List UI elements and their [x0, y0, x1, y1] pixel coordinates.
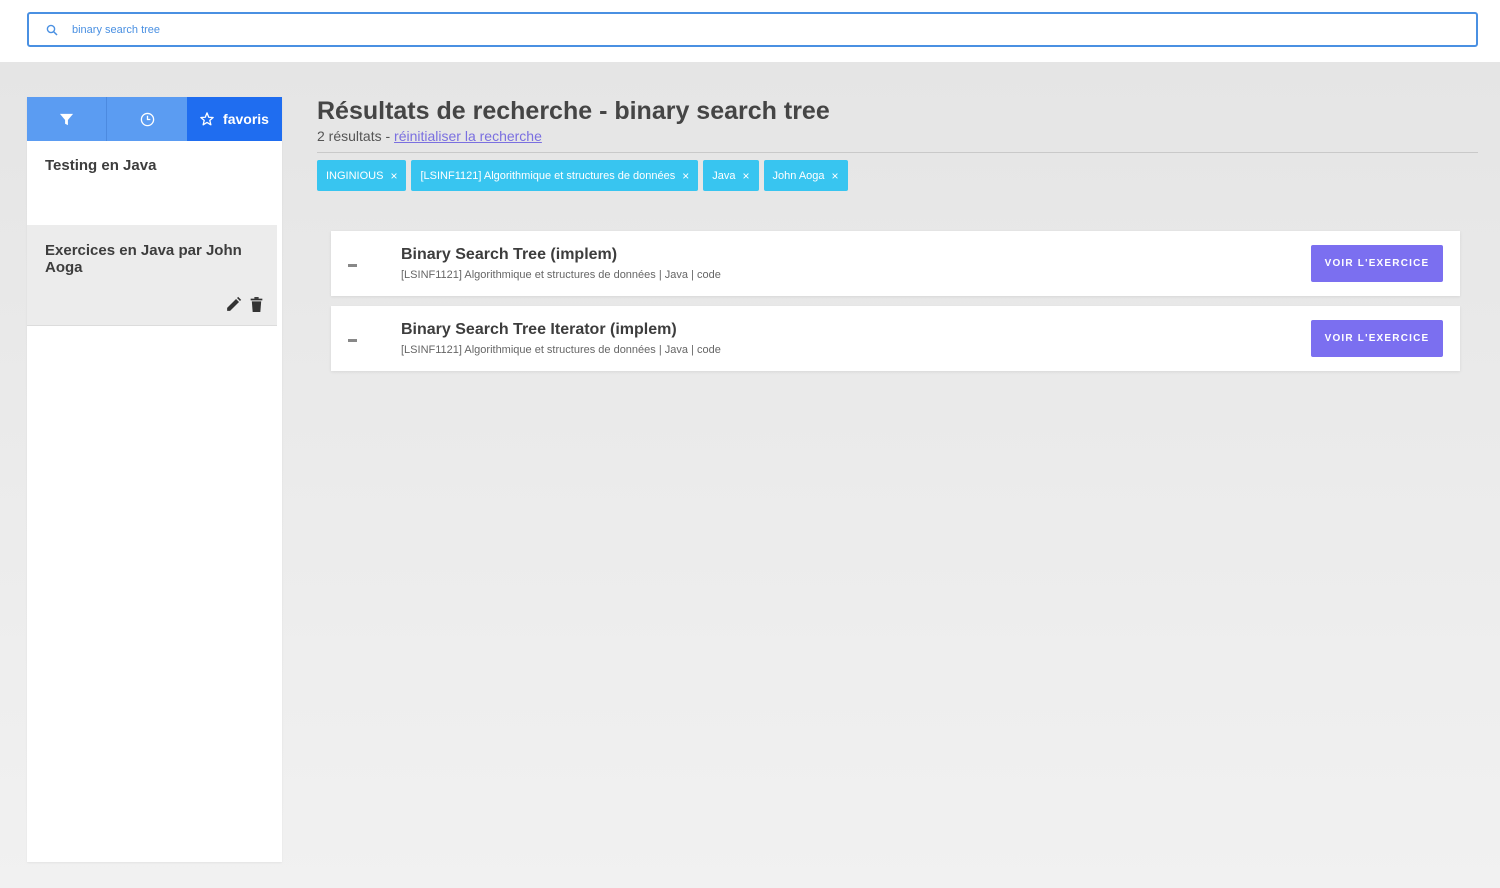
page-title: Résultats de recherche - binary search t…: [317, 97, 830, 125]
sidebar: favoris Testing en Java Exercices en Jav…: [27, 97, 282, 862]
filter-chip: Java ×: [703, 160, 759, 191]
favorite-item[interactable]: Exercices en Java par John Aoga: [27, 225, 277, 326]
search-input[interactable]: [72, 20, 1452, 40]
collapse-dash-icon[interactable]: [348, 339, 357, 342]
search-icon: [46, 24, 58, 36]
remove-filter-icon[interactable]: ×: [832, 169, 839, 183]
filter-chip-label: [LSINF1121] Algorithmique et structures …: [420, 169, 676, 182]
result-meta: [LSINF1121] Algorithmique et structures …: [401, 344, 721, 356]
filter-chip-label: INGINIOUS: [326, 169, 384, 182]
result-title: Binary Search Tree Iterator (implem): [401, 321, 677, 338]
filter-chip: [LSINF1121] Algorithmique et structures …: [411, 160, 699, 191]
result-meta: [LSINF1121] Algorithmique et structures …: [401, 269, 721, 281]
results-summary: 2 résultats - réinitialiser la recherche: [317, 128, 542, 144]
remove-filter-icon[interactable]: ×: [390, 169, 397, 183]
view-exercise-button[interactable]: VOIR L'EXERCICE: [1311, 245, 1443, 282]
active-filters: INGINIOUS × [LSINF1121] Algorithmique et…: [317, 160, 848, 191]
favorite-item-title: Testing en Java: [45, 157, 157, 174]
filter-chip: John Aoga ×: [763, 160, 848, 191]
filter-icon: [59, 113, 74, 125]
trash-icon[interactable]: [248, 296, 265, 313]
sidebar-tabs: favoris: [27, 97, 282, 141]
result-title: Binary Search Tree (implem): [401, 246, 618, 263]
filter-chip-label: John Aoga: [772, 169, 825, 182]
results-count: 2 résultats -: [317, 128, 395, 144]
favorite-item[interactable]: Testing en Java: [27, 141, 277, 225]
star-icon: [200, 112, 214, 126]
favorite-item-title: Exercices en Java par John Aoga: [45, 242, 242, 276]
collapse-dash-icon[interactable]: [348, 264, 357, 267]
search-box[interactable]: [27, 12, 1478, 47]
tab-favoris-label: favoris: [223, 111, 269, 127]
tab-history[interactable]: [107, 97, 187, 141]
remove-filter-icon[interactable]: ×: [682, 169, 689, 183]
result-card: Binary Search Tree (implem) [LSINF1121] …: [331, 231, 1460, 296]
result-card: Binary Search Tree Iterator (implem) [LS…: [331, 306, 1460, 371]
remove-filter-icon[interactable]: ×: [743, 169, 750, 183]
reset-search-link[interactable]: réinitialiser la recherche: [394, 128, 542, 144]
tab-favoris[interactable]: favoris: [187, 97, 282, 141]
favorite-item-actions: [225, 296, 265, 313]
clock-icon: [140, 112, 154, 126]
edit-icon[interactable]: [225, 296, 242, 313]
filter-chip-label: Java: [712, 169, 736, 182]
tab-filter[interactable]: [27, 97, 107, 141]
divider: [317, 152, 1478, 153]
view-exercise-button[interactable]: VOIR L'EXERCICE: [1311, 320, 1443, 357]
filter-chip: INGINIOUS ×: [317, 160, 407, 191]
top-search-bar: [0, 0, 1500, 62]
